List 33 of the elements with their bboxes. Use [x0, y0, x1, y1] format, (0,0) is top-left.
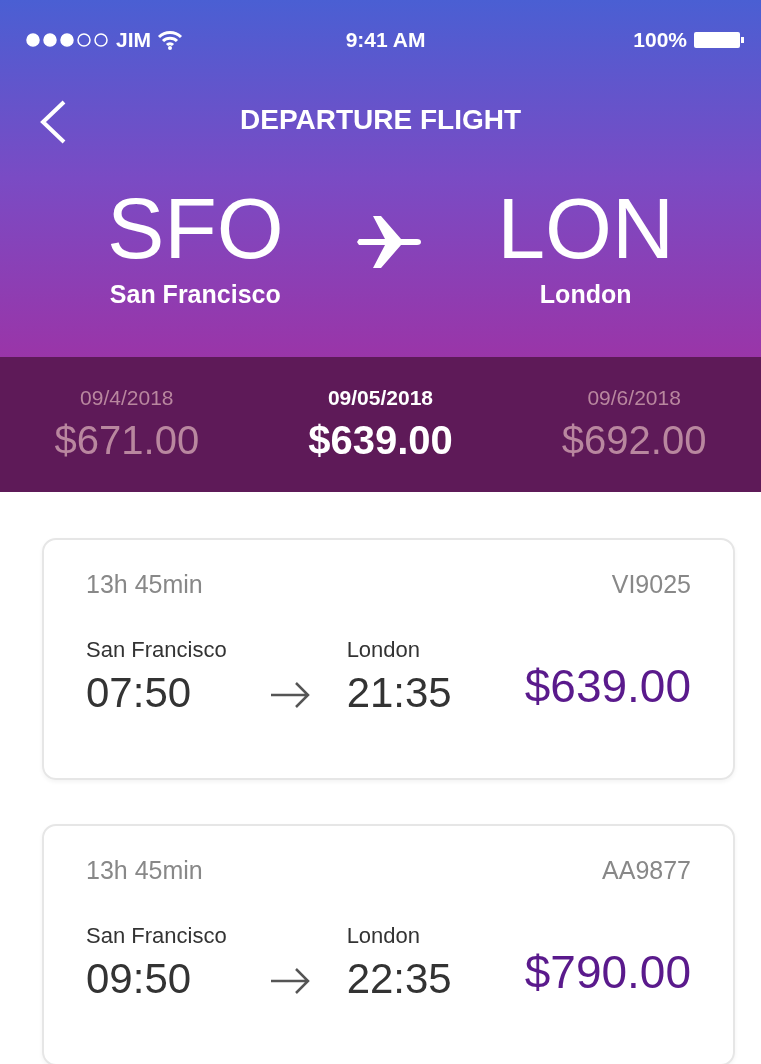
date-tab[interactable]: 09/6/2018 $692.00	[561, 386, 707, 463]
airport-code: SFO	[106, 180, 284, 276]
flight-card[interactable]: 13h 45min VI9025 San Francisco 07:50 London 21:35 $639.00	[42, 538, 735, 780]
departure-time: 09:50	[86, 955, 193, 1003]
flight-card[interactable]: 13h 45min AA9877 San Francisco 09:50 London 22:35 $790.00	[42, 824, 735, 1064]
flight-number: AA9877	[602, 856, 691, 885]
arrival-city: London	[346, 637, 422, 663]
signal-icon	[26, 33, 110, 47]
date-tab[interactable]: 09/4/2018 $671.00	[54, 386, 200, 463]
departure-city: San Francisco	[86, 637, 227, 663]
arrow-icon	[270, 681, 311, 709]
city-name: San Francisco	[109, 280, 281, 309]
wifi-icon	[157, 30, 183, 50]
airplane-icon	[357, 214, 424, 270]
flight-price: $639.00	[524, 659, 691, 713]
arrival-time: 22:35	[346, 955, 452, 1003]
flight-duration: 13h 45min	[86, 570, 203, 599]
airport-code: LON	[497, 180, 675, 276]
departure-city: San Francisco	[86, 923, 227, 949]
battery-icon	[693, 31, 745, 49]
city-name: London	[539, 280, 632, 309]
flight-price: $790.00	[524, 945, 691, 999]
screen-title: DEPARTURE FLIGHT	[240, 104, 521, 136]
date-tab[interactable]: 09/05/2018 $639.00	[308, 386, 453, 463]
carrier-name: JIM	[116, 28, 151, 52]
departure-time: 07:50	[86, 669, 193, 717]
clock-time: 9:41 AM	[345, 28, 426, 52]
flight-duration: 13h 45min	[86, 856, 203, 885]
arrow-icon	[270, 967, 311, 995]
arrival-time: 21:35	[346, 669, 452, 717]
arrival-city: London	[346, 923, 422, 949]
battery-percent: 100%	[633, 28, 687, 52]
flight-number: VI9025	[611, 570, 691, 599]
